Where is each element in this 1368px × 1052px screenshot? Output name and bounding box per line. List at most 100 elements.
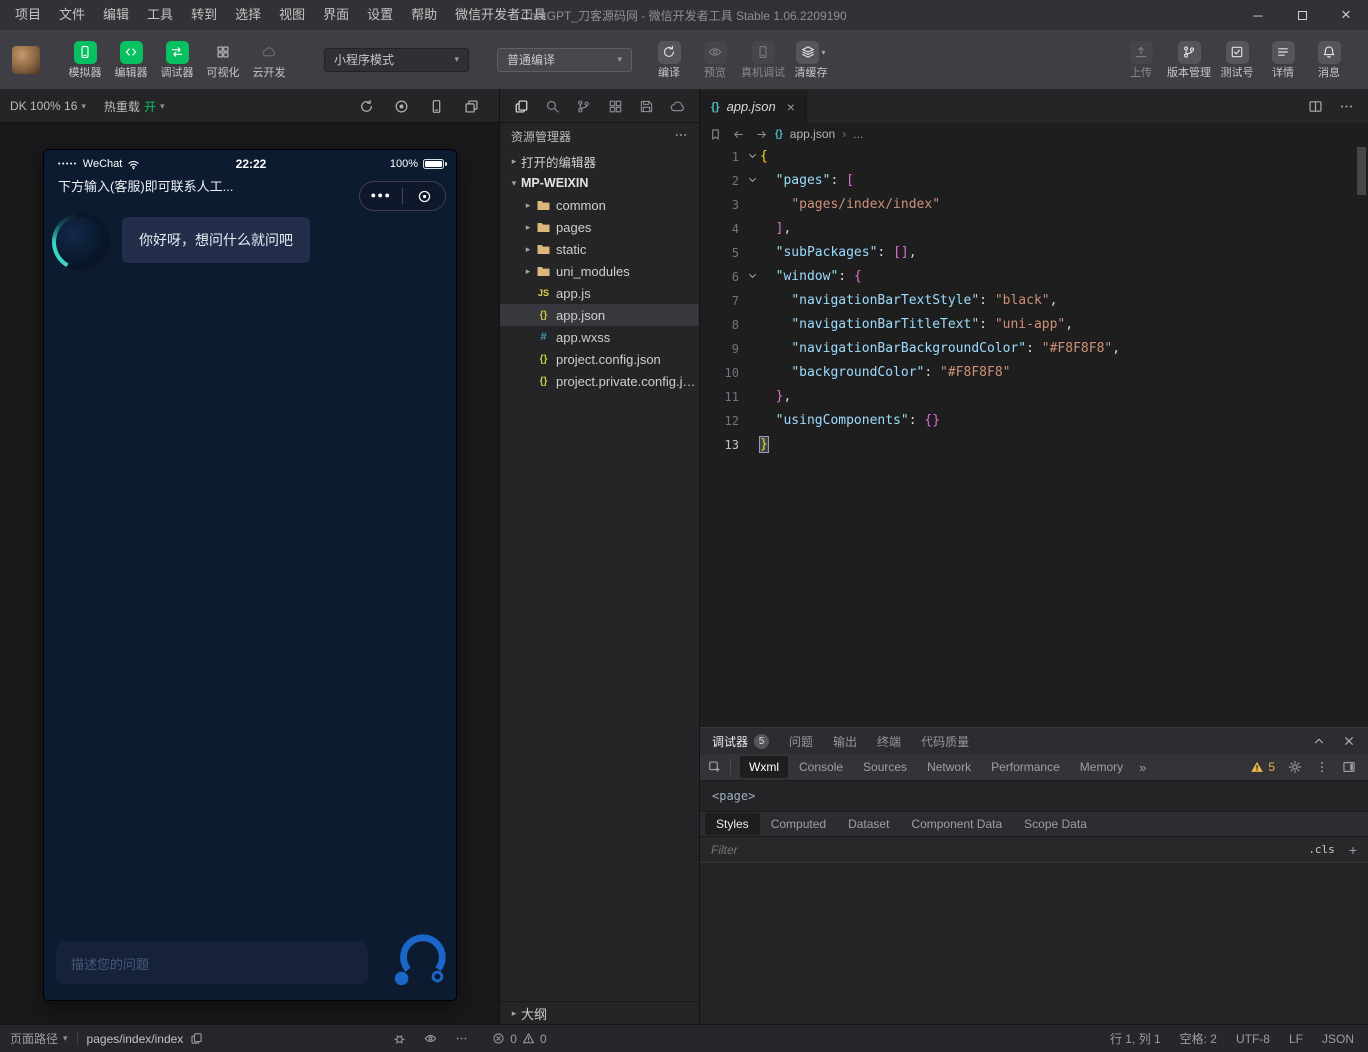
status-item[interactable]: LF <box>1289 1030 1303 1047</box>
code-line[interactable]: 12 "usingComponents": {} <box>700 409 1368 433</box>
details-button[interactable]: 详情 <box>1260 41 1306 79</box>
code-line[interactable]: 6 "window": { <box>700 265 1368 289</box>
menu-item[interactable]: 设置 <box>358 0 402 30</box>
back-icon[interactable] <box>732 128 745 141</box>
chevron-up-icon[interactable] <box>1312 734 1326 748</box>
capsule-more-button[interactable]: ●●● <box>360 191 402 201</box>
compile-mode-select[interactable]: 普通编译 ▾ <box>497 48 632 72</box>
devtools-tab-wxml[interactable]: Wxml <box>740 756 788 778</box>
cloud-icon[interactable] <box>670 99 685 114</box>
question-input[interactable]: 描述您的问题 <box>56 942 368 984</box>
files-icon[interactable] <box>514 99 529 114</box>
debugger-button[interactable]: 调试器 <box>154 41 200 79</box>
preview-button[interactable]: 预览 <box>692 41 738 79</box>
code-line[interactable]: 4 ], <box>700 217 1368 241</box>
user-avatar[interactable] <box>12 46 40 74</box>
explorer-section[interactable]: ▸打开的编辑器 <box>500 150 699 172</box>
bookmark-icon[interactable] <box>709 128 722 141</box>
more-icon[interactable] <box>455 1032 468 1045</box>
devtools-tab-memory[interactable]: Memory <box>1071 756 1132 778</box>
modules-icon[interactable] <box>608 99 623 114</box>
cls-toggle-button[interactable]: .cls <box>1308 843 1335 856</box>
cloud-dev-button[interactable]: 云开发 <box>246 41 292 79</box>
styles-tab[interactable]: Component Data <box>900 813 1013 835</box>
debugger-panel-tab[interactable]: 终端 <box>877 733 901 750</box>
wxml-tree[interactable]: <page> <box>700 781 1368 811</box>
editor-button[interactable]: 编辑器 <box>108 41 154 79</box>
tab-close-icon[interactable]: × <box>783 99 795 115</box>
clear-cache-button[interactable]: ▾清缓存 <box>788 41 834 79</box>
file-item[interactable]: JSapp.js <box>500 282 699 304</box>
styles-filter-input[interactable] <box>711 843 1308 857</box>
close-button[interactable]: × <box>1324 0 1368 30</box>
devtools-tab-network[interactable]: Network <box>918 756 980 778</box>
maximize-button[interactable] <box>1280 0 1324 30</box>
status-item[interactable]: JSON <box>1322 1030 1354 1047</box>
styles-tab[interactable]: Styles <box>705 813 760 835</box>
mode-select[interactable]: 小程序模式 ▾ <box>324 48 469 72</box>
more-icon[interactable] <box>1339 99 1354 114</box>
file-item[interactable]: #app.wxss <box>500 326 699 348</box>
breadcrumb-file[interactable]: app.json <box>790 127 835 141</box>
editor-scrollbar[interactable] <box>1355 145 1368 727</box>
split-icon[interactable] <box>1308 99 1323 114</box>
menu-item[interactable]: 视图 <box>270 0 314 30</box>
problems-counts[interactable]: 00 <box>492 1032 546 1046</box>
minimize-button[interactable]: ─ <box>1236 0 1280 30</box>
code-line[interactable]: 13} <box>700 433 1368 457</box>
copy-icon[interactable] <box>190 1032 203 1045</box>
breadcrumb-more[interactable]: ... <box>853 127 863 141</box>
inspect-icon[interactable] <box>708 760 722 774</box>
add-style-button[interactable]: + <box>1349 842 1357 858</box>
folder-item[interactable]: ▸pages <box>500 216 699 238</box>
menu-item[interactable]: 文件 <box>50 0 94 30</box>
editor-tab-app-json[interactable]: {} app.json × <box>700 90 807 123</box>
code-line[interactable]: 3 "pages/index/index" <box>700 193 1368 217</box>
page-path-selector[interactable]: 页面路径 ▾ <box>10 1030 68 1047</box>
menu-item[interactable]: 转到 <box>182 0 226 30</box>
code-line[interactable]: 2 "pages": [ <box>700 169 1368 193</box>
more-icon[interactable] <box>674 128 688 142</box>
chevron-down-icon[interactable]: ▾ <box>821 48 825 57</box>
kebab-icon[interactable] <box>1315 760 1329 774</box>
fold-chevron-icon[interactable] <box>744 169 760 193</box>
vconsole-icon[interactable] <box>393 1032 406 1045</box>
devtools-tab-performance[interactable]: Performance <box>982 756 1069 778</box>
menu-item[interactable]: 微信开发者工具 <box>446 0 555 30</box>
status-item[interactable]: UTF-8 <box>1236 1030 1270 1047</box>
code-line[interactable]: 11 }, <box>700 385 1368 409</box>
copy-path-button[interactable] <box>190 1032 203 1045</box>
windows-icon[interactable] <box>464 99 479 114</box>
git-branch-icon[interactable] <box>576 99 591 114</box>
styles-tab[interactable]: Computed <box>760 813 837 835</box>
remote-debug-button[interactable]: 真机调试 <box>738 41 788 79</box>
menu-item[interactable]: 工具 <box>138 0 182 30</box>
status-item[interactable]: 空格: 2 <box>1180 1030 1217 1047</box>
eye-icon[interactable] <box>424 1032 437 1045</box>
code-line[interactable]: 9 "navigationBarBackgroundColor": "#F8F8… <box>700 337 1368 361</box>
message-button[interactable]: 消息 <box>1306 41 1352 79</box>
debugger-panel-tab[interactable]: 代码质量 <box>921 733 969 750</box>
menu-item[interactable]: 编辑 <box>94 0 138 30</box>
compile-button[interactable]: 编译 <box>646 41 692 79</box>
record-icon[interactable] <box>394 99 409 114</box>
folder-item[interactable]: ▸static <box>500 238 699 260</box>
explorer-section[interactable]: ▾MP-WEIXIN <box>500 172 699 194</box>
status-item[interactable]: 行 1, 列 1 <box>1110 1030 1161 1047</box>
outline-section[interactable]: ▸ 大纲 <box>500 1001 699 1024</box>
file-item[interactable]: {}app.json <box>500 304 699 326</box>
dock-icon[interactable] <box>1342 760 1356 774</box>
forward-icon[interactable] <box>755 128 768 141</box>
code-line[interactable]: 8 "navigationBarTitleText": "uni-app", <box>700 313 1368 337</box>
debugger-panel-tab[interactable]: 问题 <box>789 733 813 750</box>
folder-item[interactable]: ▸uni_modules <box>500 260 699 282</box>
menu-item[interactable]: 项目 <box>6 0 50 30</box>
close-icon[interactable] <box>1342 734 1356 748</box>
search-icon[interactable] <box>545 99 560 114</box>
test-button[interactable]: 测试号 <box>1214 41 1260 79</box>
scrollbar-thumb[interactable] <box>1357 147 1366 195</box>
tabs-overflow-chevron[interactable]: » <box>1133 760 1152 775</box>
upload-button[interactable]: 上传 <box>1118 41 1164 79</box>
devtools-tab-console[interactable]: Console <box>790 756 852 778</box>
menu-item[interactable]: 帮助 <box>402 0 446 30</box>
